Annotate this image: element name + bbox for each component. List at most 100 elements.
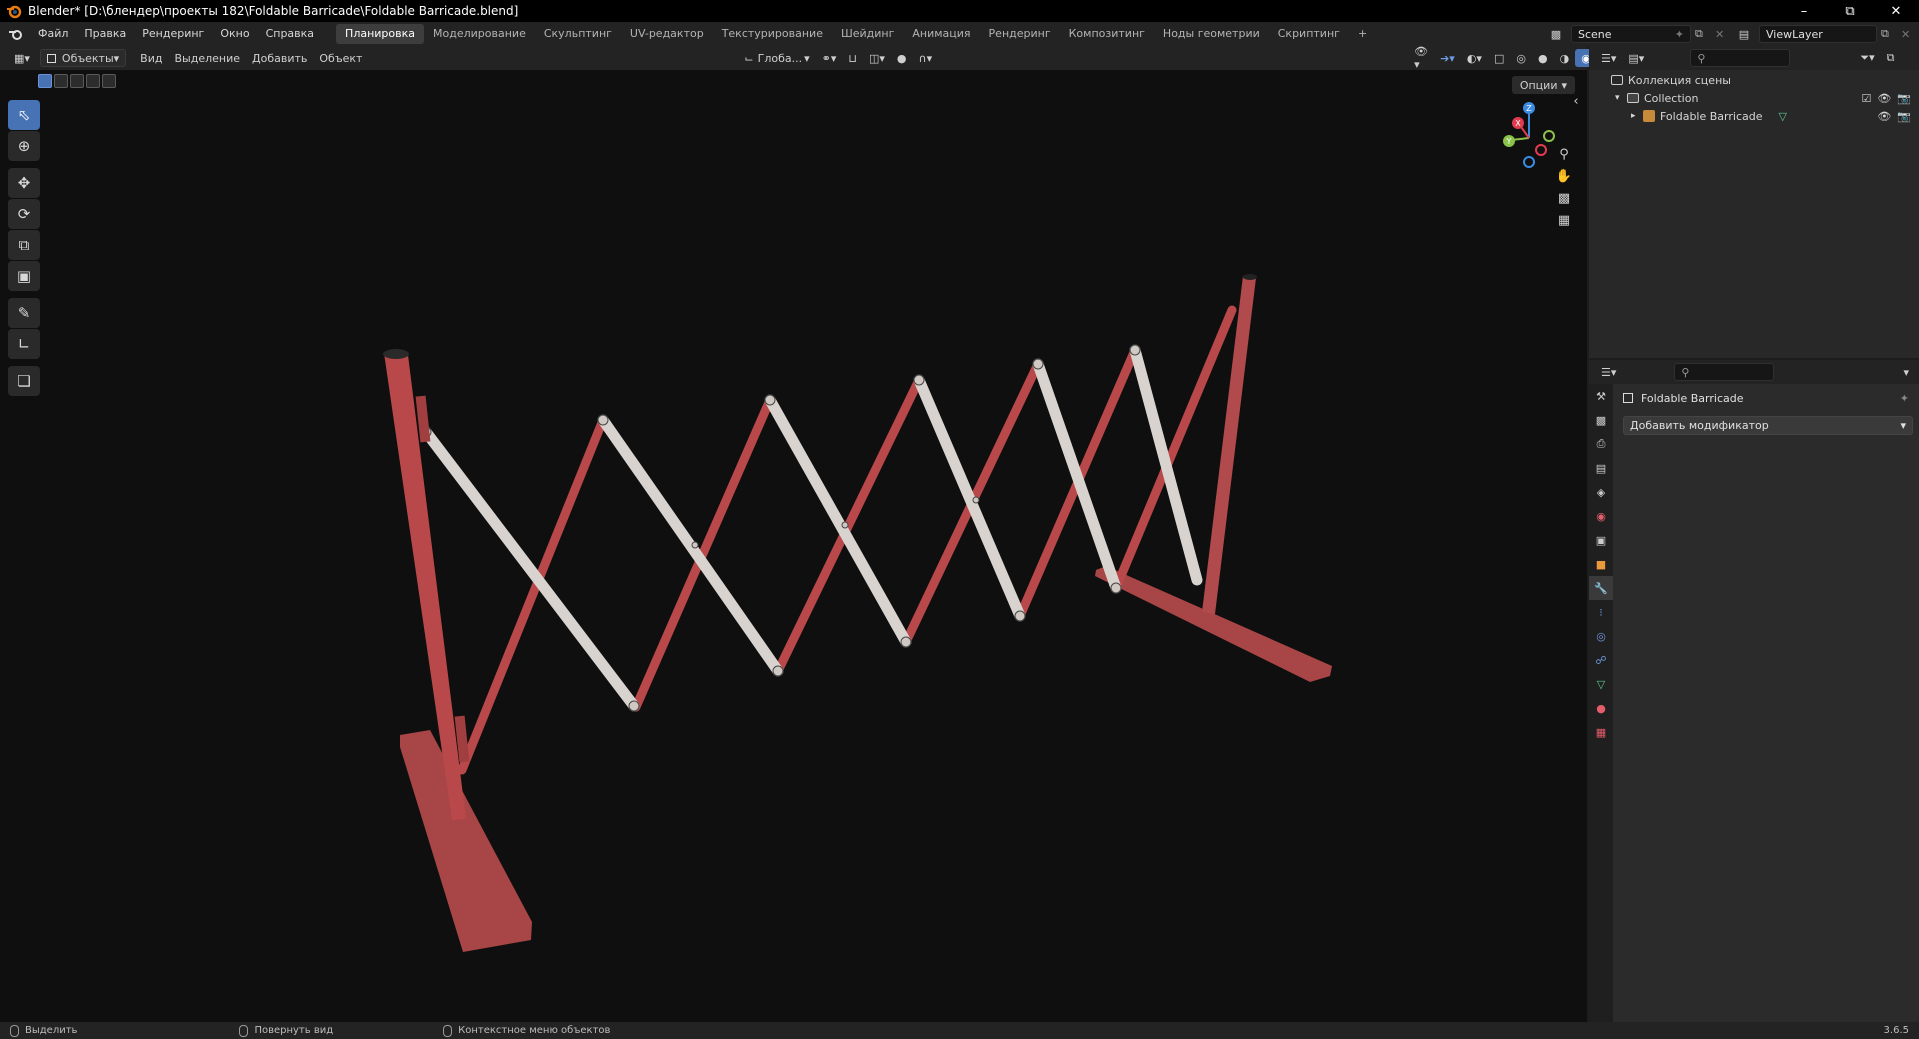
- tab-geometry-nodes[interactable]: Ноды геометрии: [1154, 24, 1269, 44]
- delete-scene-icon[interactable]: ✕: [1715, 28, 1729, 41]
- physics-tab-icon[interactable]: ◎: [1589, 624, 1613, 648]
- mode-dropdown[interactable]: Объекты ▾: [39, 49, 127, 67]
- editor-type-icon[interactable]: ▦▾: [8, 49, 36, 67]
- outliner-editor-type-icon[interactable]: ☰▾: [1595, 49, 1622, 67]
- snap-target-icon[interactable]: ◫▾: [863, 49, 891, 67]
- new-view-layer-icon[interactable]: ⧉: [1881, 27, 1897, 41]
- properties-search-input[interactable]: ⚲: [1674, 363, 1775, 381]
- chevron-down-icon: ▾: [113, 51, 120, 65]
- menu-file[interactable]: Файл: [30, 22, 76, 46]
- new-collection-icon[interactable]: ⧉: [1881, 49, 1901, 67]
- add-modifier-label: Добавить модификатор: [1630, 419, 1769, 432]
- view-layer-field[interactable]: ViewLayer: [1759, 25, 1877, 43]
- delete-view-layer-icon[interactable]: ✕: [1901, 28, 1919, 41]
- outliner-row-scene-collection[interactable]: Коллекция сцены: [1589, 71, 1919, 89]
- transform-orientation-dropdown[interactable]: ⌙ Глоба... ▾: [738, 49, 815, 67]
- tab-scripting[interactable]: Скриптинг: [1269, 24, 1349, 44]
- foldable-barricade-model[interactable]: [0, 70, 1587, 1022]
- add-modifier-button[interactable]: Добавить модификатор ▾: [1623, 416, 1913, 435]
- outliner-search-input[interactable]: ⚲: [1690, 49, 1791, 67]
- material-tab-icon[interactable]: ●: [1589, 696, 1613, 720]
- viewport-header: ▦▾ Объекты ▾ Вид Выделение Добавить Объе…: [0, 45, 1639, 71]
- tab-rendering[interactable]: Рендеринг: [980, 24, 1060, 44]
- menu-render[interactable]: Рендеринг: [134, 22, 212, 46]
- xray-icon[interactable]: □: [1488, 49, 1510, 67]
- proportional-edit-icon[interactable]: ●: [891, 49, 913, 67]
- visibility-icon[interactable]: 👁▾: [1408, 45, 1434, 71]
- pivot-point-icon[interactable]: ⚭▾: [816, 49, 843, 67]
- 3d-viewport[interactable]: Опции ▾ ⬁ ⊕ ✥ ⟳ ⧉ ▣ ✎ ∟ ❏ Z X Y ‹ ⚲ ✋ ▩ …: [0, 70, 1587, 1022]
- menu-select[interactable]: Выделение: [168, 49, 246, 67]
- tab-shading[interactable]: Шейдинг: [832, 24, 903, 44]
- minimize-button[interactable]: –: [1781, 0, 1827, 22]
- object-tab-icon[interactable]: ■: [1589, 552, 1613, 576]
- maximize-button[interactable]: ⧉: [1827, 0, 1873, 22]
- falloff-icon[interactable]: ∩▾: [913, 49, 939, 67]
- tab-compositing[interactable]: Композитинг: [1060, 24, 1154, 44]
- title-bar: Blender* [D:\блендер\проекты 182\Foldabl…: [0, 0, 1919, 22]
- menu-object[interactable]: Объект: [313, 49, 368, 67]
- view-layer-tab-icon[interactable]: ▤: [1589, 456, 1613, 480]
- outliner-row-object[interactable]: ▸ Foldable Barricade ▽ 👁 📷: [1589, 107, 1919, 125]
- tab-layout[interactable]: Планировка: [336, 24, 425, 44]
- constraints-tab-icon[interactable]: ☍: [1589, 648, 1613, 672]
- scene-icon[interactable]: ▩: [1545, 28, 1567, 41]
- tab-modeling[interactable]: Моделирование: [424, 24, 535, 44]
- tab-texture-paint[interactable]: Текстурирование: [713, 24, 832, 44]
- menu-help[interactable]: Справка: [258, 22, 322, 46]
- checkbox-icon[interactable]: ☑: [1861, 92, 1871, 105]
- data-tab-icon[interactable]: ▽: [1589, 672, 1613, 696]
- new-scene-icon[interactable]: ⧉: [1695, 27, 1711, 41]
- mouse-right-icon: [443, 1024, 453, 1037]
- close-button[interactable]: ✕: [1873, 0, 1919, 22]
- overlay-toggle-icon[interactable]: ◐▾: [1461, 49, 1488, 67]
- menu-view[interactable]: Вид: [134, 49, 168, 67]
- outliner-row-collection[interactable]: ▾ Collection ☑ 👁 📷: [1589, 89, 1919, 107]
- properties-object-name: Foldable Barricade: [1641, 391, 1744, 405]
- tab-uv-editing[interactable]: UV-редактор: [621, 24, 713, 44]
- modifier-tab-icon[interactable]: 🔧: [1589, 576, 1613, 600]
- scene-collection-icon: [1611, 75, 1623, 85]
- blender-logo-icon: [7, 5, 22, 19]
- shading-material-icon[interactable]: ◑: [1554, 49, 1576, 67]
- menu-add[interactable]: Добавить: [246, 49, 313, 67]
- status-select-label: Выделить: [25, 1025, 78, 1036]
- mesh-data-icon[interactable]: ▽: [1778, 110, 1786, 123]
- scene-tab-icon[interactable]: ◈: [1589, 480, 1613, 504]
- pin-icon[interactable]: ✦: [1900, 392, 1909, 405]
- gizmo-toggle-icon[interactable]: ➔▾: [1434, 49, 1461, 67]
- eye-icon[interactable]: 👁: [1877, 110, 1891, 123]
- render-tab-icon[interactable]: ▩: [1589, 408, 1613, 432]
- tab-animation[interactable]: Анимация: [903, 24, 979, 44]
- add-workspace-button[interactable]: +: [1349, 24, 1376, 44]
- texture-tab-icon[interactable]: ▦: [1589, 720, 1613, 744]
- pin-icon[interactable]: ✦: [1675, 28, 1684, 41]
- mesh-object-icon: [1643, 110, 1655, 122]
- filter-icon[interactable]: ⏷▾: [1854, 49, 1880, 67]
- chevron-right-icon[interactable]: ▸: [1631, 111, 1643, 121]
- tab-sculpting[interactable]: Скульптинг: [535, 24, 621, 44]
- particles-tab-icon[interactable]: ⁝: [1589, 600, 1613, 624]
- menu-window[interactable]: Окно: [212, 22, 257, 46]
- eye-icon[interactable]: 👁: [1877, 92, 1891, 105]
- display-mode-icon[interactable]: ▤▾: [1622, 49, 1650, 67]
- camera-icon[interactable]: 📷: [1897, 110, 1911, 123]
- scene-field[interactable]: Scene ✦: [1571, 25, 1691, 43]
- outliner: Коллекция сцены ▾ Collection ☑ 👁 📷 ▸ Fol…: [1589, 70, 1919, 358]
- shading-wireframe-icon[interactable]: ◎: [1510, 49, 1532, 67]
- chevron-down-icon[interactable]: ▾: [1615, 93, 1627, 103]
- snap-icon[interactable]: ⊔: [842, 49, 863, 67]
- properties-editor-type-icon[interactable]: ☰▾: [1595, 363, 1622, 381]
- collection-tab-icon[interactable]: ▣: [1589, 528, 1613, 552]
- properties-options-icon[interactable]: ▾: [1897, 363, 1915, 381]
- view-layer-icon[interactable]: ▤: [1733, 28, 1755, 41]
- menu-edit[interactable]: Правка: [76, 22, 134, 46]
- output-tab-icon[interactable]: ⎙: [1589, 432, 1613, 456]
- camera-icon[interactable]: 📷: [1897, 92, 1911, 105]
- blender-menu-icon[interactable]: [8, 27, 24, 41]
- shading-solid-icon[interactable]: ●: [1532, 49, 1554, 67]
- status-select: Выделить: [10, 1024, 78, 1037]
- world-tab-icon[interactable]: ◉: [1589, 504, 1613, 528]
- view-layer-name: ViewLayer: [1766, 27, 1823, 41]
- tool-tab-icon[interactable]: ⚒: [1589, 384, 1613, 408]
